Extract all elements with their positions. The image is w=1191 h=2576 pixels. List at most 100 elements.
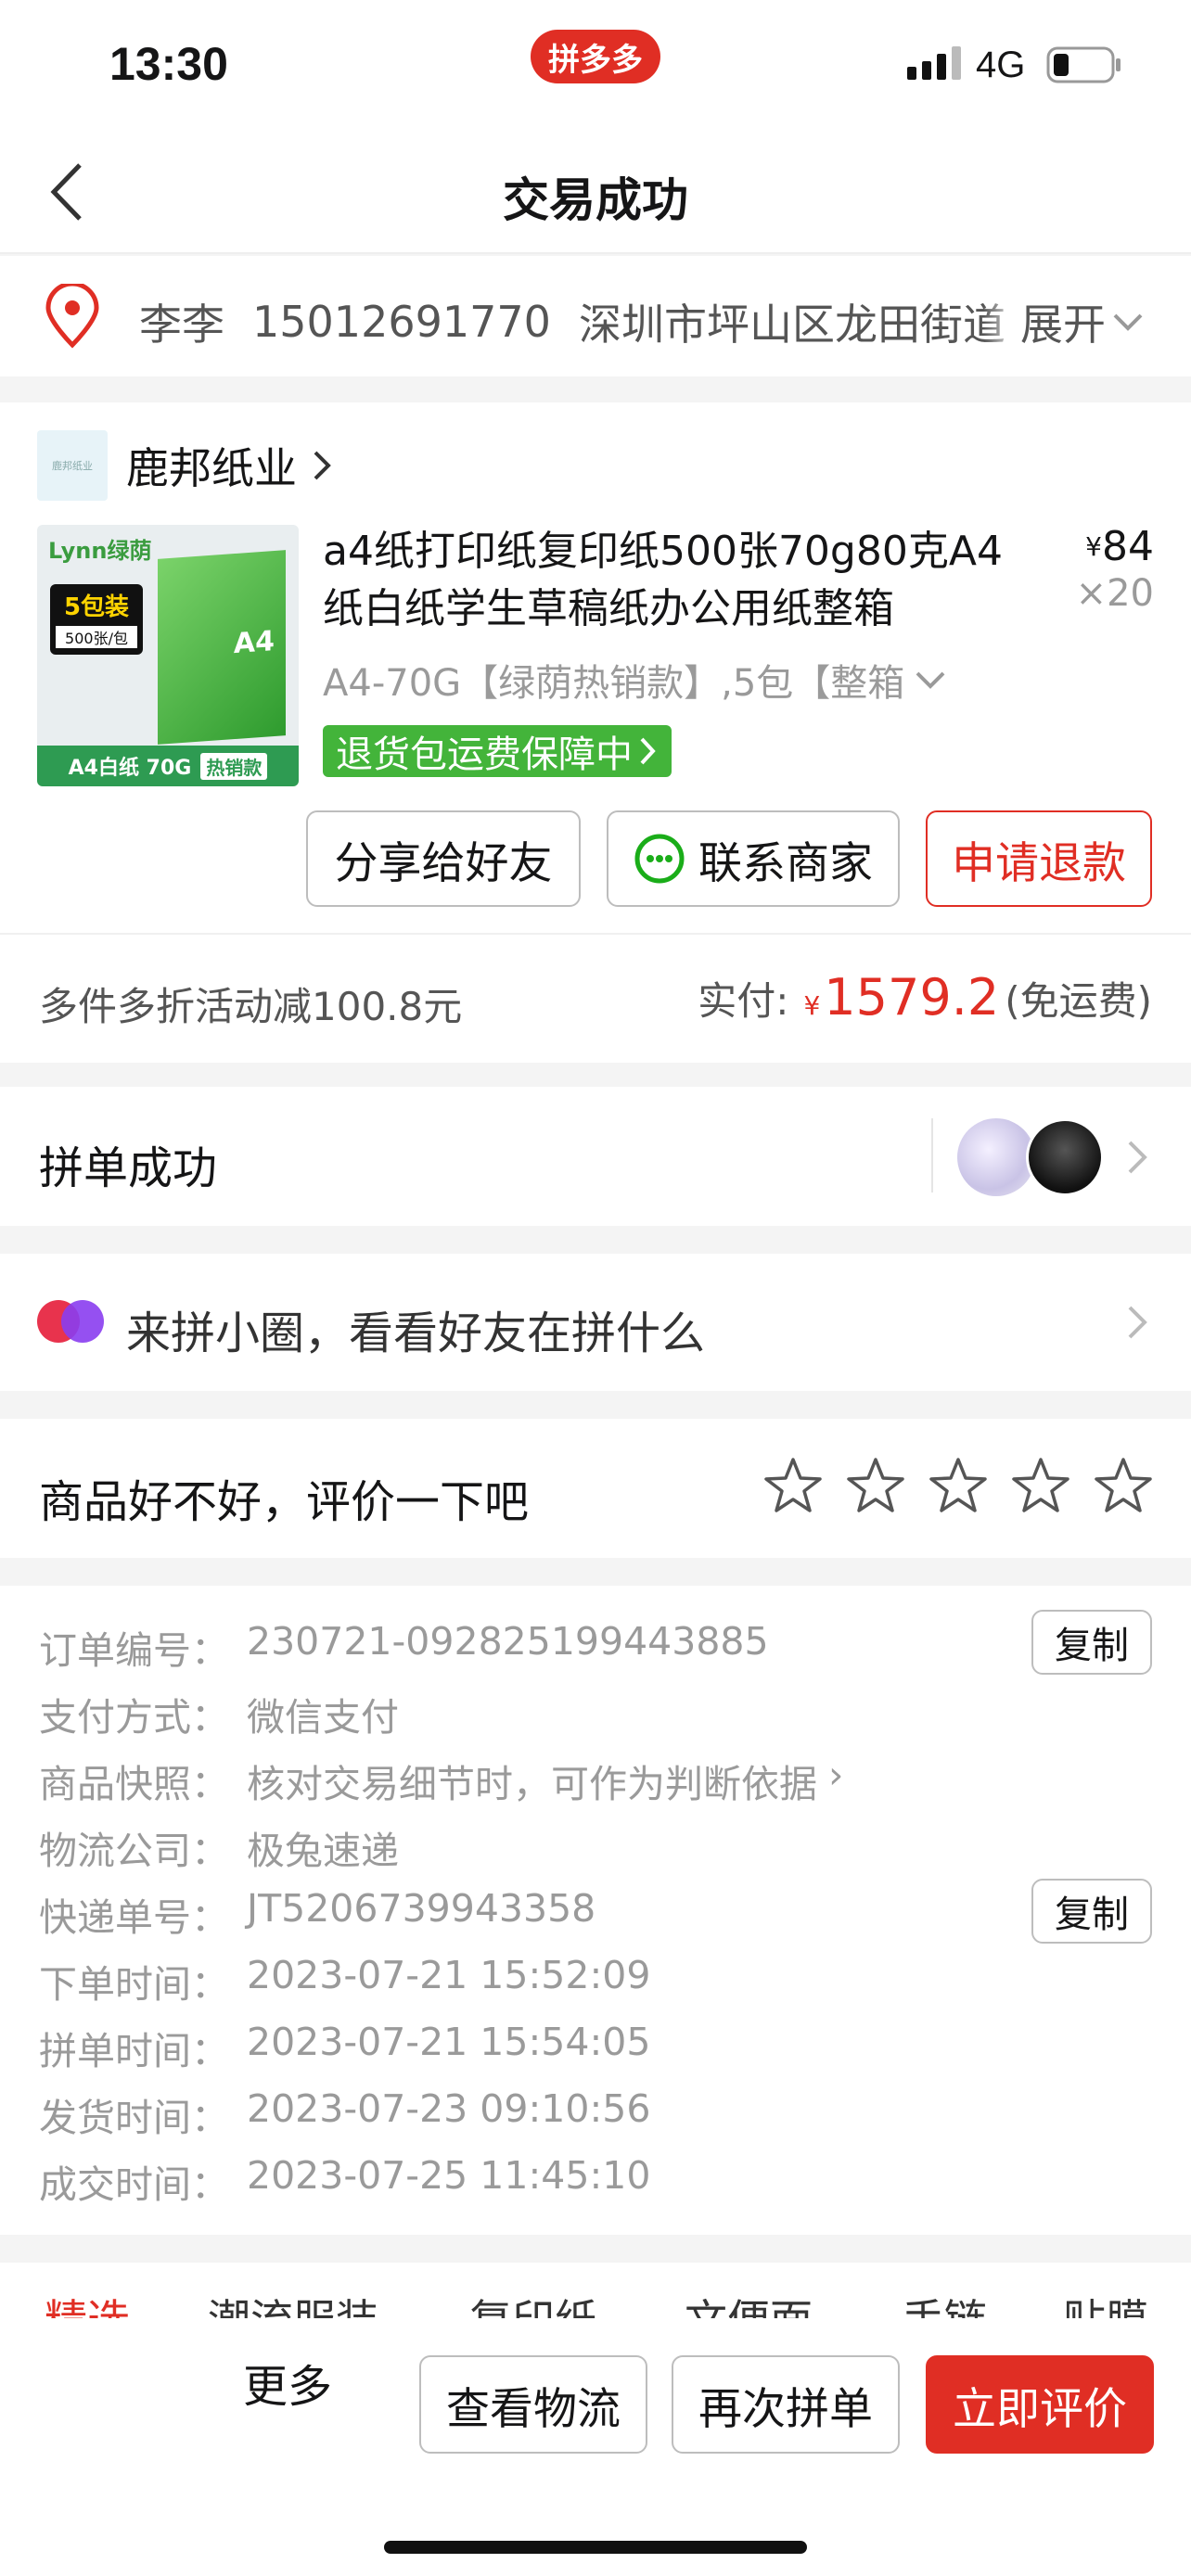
order-info-key: 成交时间： (39, 2162, 229, 2207)
image-footer-text: A4白纸 70G (68, 757, 192, 780)
order-info-value: JT5206739943358 (247, 1886, 596, 1931)
order-info-value: 2023-07-21 15:54:05 (247, 2020, 651, 2064)
product-title[interactable]: a4纸打印纸复印纸500张70g80克A4纸白纸学生草稿纸办公用纸整箱 (323, 523, 1024, 638)
location-pin-icon (43, 281, 102, 352)
guarantee-text: 退货包运费保障中 (336, 733, 633, 776)
guarantee-badge[interactable]: 退货包运费保障中 (323, 725, 672, 777)
order-info-value: 2023-07-23 09:10:56 (247, 2086, 651, 2131)
star-1-icon[interactable] (762, 1456, 824, 1521)
star-4-icon[interactable] (1010, 1456, 1071, 1521)
chevron-right-icon (640, 737, 656, 765)
reorder-button[interactable]: 再次拼单 (672, 2355, 900, 2454)
product-spec[interactable]: A4-70G【绿荫热销款】,5包【整箱 (323, 653, 1028, 707)
group-success-label: 拼单成功 (39, 1142, 218, 1194)
chevron-down-icon (916, 671, 945, 689)
copy-tracking-number-button[interactable]: 复制 (1031, 1879, 1152, 1944)
expand-address-button[interactable]: 展开 (1020, 291, 1146, 352)
status-bar: 13:30 拼多多 4G (0, 0, 1191, 130)
discount-text: 多件多折活动减100.8元 (39, 984, 463, 1029)
review-row: 商品好不好，评价一下吧 (0, 1419, 1191, 1558)
review-prompt: 商品好不好，评价一下吧 (39, 1476, 530, 1528)
bottom-bar: 更多 查看物流 再次拼单 立即评价 (0, 2318, 1191, 2576)
status-time: 13:30 (109, 38, 228, 90)
app-badge: 拼多多 (531, 30, 660, 83)
order-info-key: 发货时间： (39, 2096, 229, 2140)
contact-seller-button[interactable]: 联系商家 (607, 810, 900, 907)
chevron-right-icon: › (828, 1753, 844, 1797)
write-review-button[interactable]: 立即评价 (926, 2355, 1154, 2454)
order-info-value: 极兔速递 (247, 1829, 399, 1873)
view-logistics-button[interactable]: 查看物流 (419, 2355, 647, 2454)
order-info-key: 订单编号： (39, 1628, 229, 1673)
share-label: 分享给好友 (334, 837, 553, 889)
image-pack-sub: 500张/包 (56, 626, 137, 648)
copy-label: 复制 (1055, 1894, 1129, 1936)
order-info-value: 微信支付 (247, 1695, 399, 1740)
product-spec-text: A4-70G【绿荫热销款】,5包【整箱 (323, 662, 905, 705)
reorder-label: 再次拼单 (698, 2383, 873, 2435)
group-success-row[interactable]: 拼单成功 (0, 1087, 1191, 1226)
copy-order-number-button[interactable]: 复制 (1031, 1610, 1152, 1675)
divider (931, 1118, 933, 1192)
fade-mask (983, 291, 1020, 347)
category-tab[interactable]: 文便面 (685, 2287, 813, 2318)
avatar (1026, 1118, 1104, 1196)
store-header[interactable]: 鹿邦纸业 鹿邦纸业 (37, 430, 336, 501)
network-label: 4G (976, 45, 1026, 85)
image-pack-label: 5包装 500张/包 (50, 584, 143, 655)
review-button-label: 立即评价 (953, 2383, 1127, 2435)
recipient-phone: 15012691770 (252, 297, 551, 347)
order-info-key: 快递单号： (39, 1895, 229, 1940)
star-5-icon[interactable] (1093, 1456, 1154, 1521)
battery-icon (1046, 46, 1122, 87)
chevron-down-icon (1113, 313, 1143, 331)
star-3-icon[interactable] (928, 1456, 989, 1521)
copy-label: 复制 (1055, 1625, 1129, 1667)
circle-label: 来拼小圈，看看好友在拼什么 (126, 1307, 706, 1359)
price-currency: ¥ (1085, 531, 1102, 562)
paid-currency: ¥ (803, 990, 821, 1021)
nav-bar: 交易成功 (0, 130, 1191, 254)
order-info-row: 订单编号： 230721-092825199443885 (39, 1619, 769, 1675)
category-tab[interactable]: 潮流服装 (208, 2287, 378, 2318)
contact-label: 联系商家 (698, 837, 873, 889)
product-price: 84 (1102, 523, 1154, 570)
category-tab[interactable]: 手链 (902, 2287, 987, 2318)
star-2-icon[interactable] (845, 1456, 906, 1521)
image-pack: 5包装 (63, 593, 130, 621)
expand-label: 展开 (1020, 300, 1106, 350)
product-image[interactable]: Lynn绿荫 5包装 500张/包 A4 A4白纸 70G 热销款 (37, 525, 299, 786)
logistics-label: 查看物流 (446, 2383, 621, 2435)
order-info-row: 物流公司： 极兔速递 (39, 1819, 399, 1875)
paid-label: 实付: (698, 978, 789, 1024)
address-card[interactable]: 李李 15012691770 深圳市坪山区龙田街道 展开 (0, 256, 1191, 376)
order-info-row: 下单时间： 2023-07-21 15:52:09 (39, 1953, 650, 2009)
chevron-right-icon (1128, 1141, 1147, 1174)
chevron-right-icon (1128, 1306, 1147, 1339)
order-info-row: 成交时间： 2023-07-25 11:45:10 (39, 2153, 650, 2209)
friend-circle-row[interactable]: 来拼小圈，看看好友在拼什么 (0, 1254, 1191, 1391)
refund-button[interactable]: 申请退款 (926, 810, 1152, 907)
image-box: A4 (158, 550, 286, 745)
category-tab[interactable]: 精选 (45, 2287, 130, 2318)
wechat-chat-icon (634, 834, 685, 884)
chevron-right-icon (314, 451, 331, 480)
more-button[interactable]: 更多 (243, 2350, 332, 2415)
avatar (957, 1118, 1035, 1196)
category-tab[interactable]: 贴膜 (1063, 2287, 1148, 2318)
order-info-row: 快递单号： JT5206739943358 (39, 1886, 596, 1942)
order-info: 复制 复制 订单编号： 230721-092825199443885 支付方式： 微信… (0, 1586, 1191, 2235)
order-info-key: 物流公司： (39, 1829, 229, 1873)
home-indicator (384, 2541, 807, 2554)
category-tab[interactable]: 复印纸 (469, 2287, 597, 2318)
paid-amount: 1579.2 (824, 968, 1000, 1027)
page-title: 交易成功 (503, 173, 688, 227)
order-info-value: 230721-092825199443885 (247, 1619, 769, 1664)
share-button[interactable]: 分享给好友 (306, 810, 581, 907)
order-info-value: 2023-07-25 11:45:10 (247, 2153, 651, 2198)
image-hot-tag: 热销款 (200, 752, 268, 780)
order-info-row: 支付方式： 微信支付 (39, 1686, 399, 1741)
order-info-key: 支付方式： (39, 1695, 229, 1740)
order-info-key: 下单时间： (39, 1962, 229, 2007)
order-info-row[interactable]: 商品快照： 核对交易细节时，可作为判断依据 › (39, 1753, 843, 1808)
